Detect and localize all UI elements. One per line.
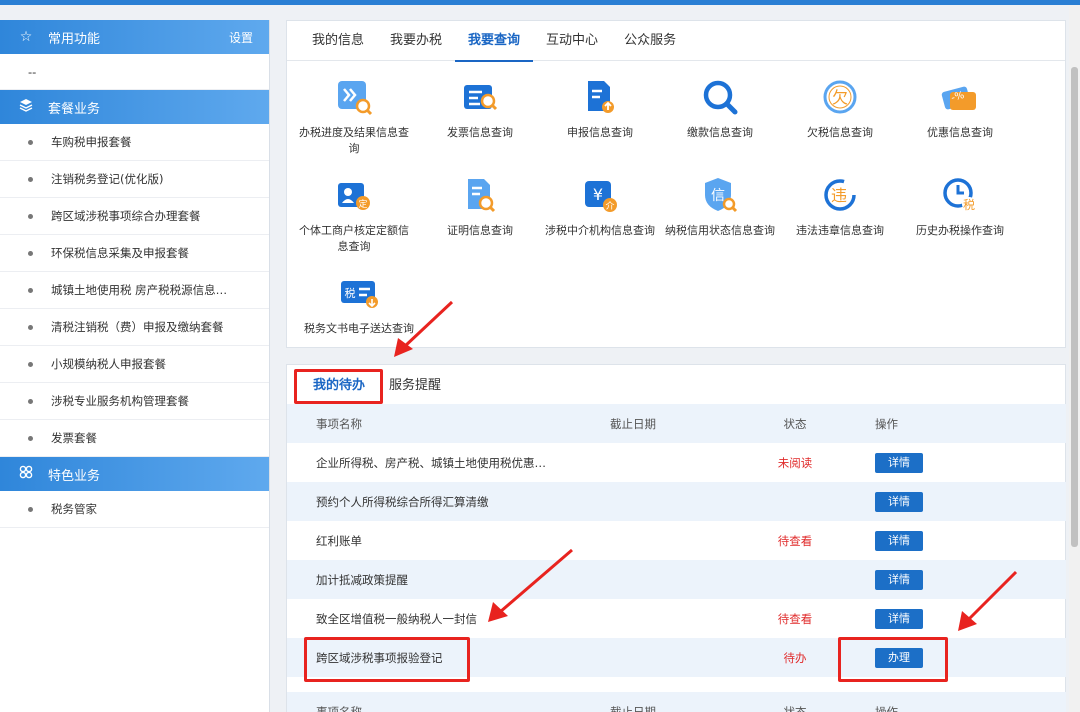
annotation-arrow [394,300,454,357]
annotation-arrow [958,570,1018,631]
annotation-arrows [394,300,1018,631]
annotation-arrow [488,548,573,622]
